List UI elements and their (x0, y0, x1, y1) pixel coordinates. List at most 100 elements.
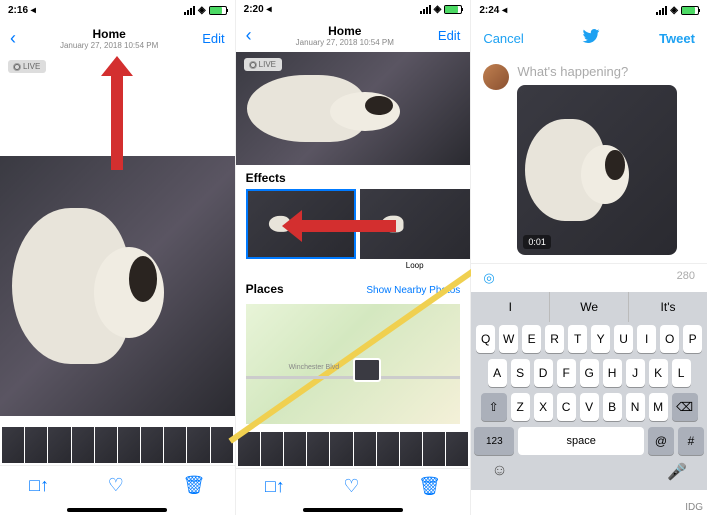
thumb[interactable] (164, 427, 186, 463)
emoji-key[interactable]: ☺ (491, 462, 507, 482)
thumb[interactable] (48, 427, 70, 463)
image-credit: IDG (685, 502, 703, 513)
places-map[interactable]: Winchester Blvd (246, 304, 461, 424)
key-t[interactable]: T (568, 325, 587, 353)
suggestions-row: I We It's (471, 292, 707, 322)
tweet-button[interactable]: Tweet (659, 31, 695, 46)
thumb[interactable] (284, 432, 306, 466)
key-s[interactable]: S (511, 359, 530, 387)
key-row-4: 123 space @ # (471, 424, 707, 458)
cancel-button[interactable]: Cancel (483, 31, 523, 46)
location-icon[interactable]: ◎ (483, 270, 494, 286)
twitter-logo-icon (582, 29, 600, 48)
thumb[interactable] (25, 427, 47, 463)
main-photo[interactable] (0, 156, 235, 416)
compose-input[interactable]: What's happening? (517, 64, 695, 79)
edit-button[interactable]: Edit (202, 31, 224, 46)
main-photo-small[interactable]: LIVE (236, 52, 471, 164)
nav-bar: ‹ Home January 27, 2018 10:54 PM Edit (236, 19, 471, 53)
trash-icon[interactable]: 🗑 (183, 475, 206, 496)
hash-key[interactable]: # (678, 427, 704, 455)
key-p[interactable]: P (683, 325, 702, 353)
key-i[interactable]: I (637, 325, 656, 353)
key-b[interactable]: B (603, 393, 622, 421)
space-key[interactable]: space (518, 427, 644, 455)
thumb[interactable] (354, 432, 376, 466)
photo-toolbar: □↑ ♡ 🗑 (0, 465, 235, 505)
status-indicators: ◈ (184, 5, 227, 16)
thumb[interactable] (118, 427, 140, 463)
thumb[interactable] (187, 427, 209, 463)
photo-scrubber[interactable] (0, 425, 235, 465)
key-u[interactable]: U (614, 325, 633, 353)
thumb[interactable] (72, 427, 94, 463)
trash-icon[interactable]: 🗑 (418, 476, 441, 497)
share-icon[interactable]: □↑ (29, 475, 49, 496)
key-r[interactable]: R (545, 325, 564, 353)
key-x[interactable]: X (534, 393, 553, 421)
photos-swipe-up-screen: 2:20 ◂ ◈ ‹ Home January 27, 2018 10:54 P… (236, 0, 472, 515)
share-icon[interactable]: □↑ (265, 476, 285, 497)
backspace-key[interactable]: ⌫ (672, 393, 698, 421)
at-key[interactable]: @ (648, 427, 674, 455)
live-icon (250, 62, 256, 68)
compose-area: What's happening? 0:01 (471, 56, 707, 263)
key-k[interactable]: K (649, 359, 668, 387)
thumb[interactable] (330, 432, 352, 466)
key-f[interactable]: F (557, 359, 576, 387)
thumb[interactable] (141, 427, 163, 463)
twitter-nav-bar: Cancel Tweet (471, 20, 707, 56)
home-indicator[interactable] (303, 508, 403, 512)
signal-icon (420, 5, 431, 14)
numbers-key[interactable]: 123 (474, 427, 514, 455)
key-h[interactable]: H (603, 359, 622, 387)
avatar[interactable] (483, 64, 509, 90)
shift-key[interactable]: ⇧ (481, 393, 507, 421)
compose-footer: ◎ 280 (471, 263, 707, 292)
key-j[interactable]: J (626, 359, 645, 387)
thumb[interactable] (2, 427, 24, 463)
key-q[interactable]: Q (476, 325, 495, 353)
key-n[interactable]: N (626, 393, 645, 421)
map-photo-pin[interactable] (353, 358, 381, 382)
nav-title: Home (252, 24, 438, 38)
key-z[interactable]: Z (511, 393, 530, 421)
attached-video[interactable]: 0:01 (517, 85, 677, 255)
keyboard: I We It's QWERTYUIOP ASDFGHJKL ⇧ ZXCVBNM… (471, 292, 707, 490)
thumb[interactable] (400, 432, 422, 466)
heart-icon[interactable]: ♡ (343, 476, 359, 497)
key-d[interactable]: D (534, 359, 553, 387)
key-a[interactable]: A (488, 359, 507, 387)
home-indicator[interactable] (67, 508, 167, 512)
key-m[interactable]: M (649, 393, 668, 421)
key-o[interactable]: O (660, 325, 679, 353)
photo-scrubber[interactable] (236, 430, 471, 468)
key-w[interactable]: W (499, 325, 518, 353)
key-l[interactable]: L (672, 359, 691, 387)
edit-button[interactable]: Edit (438, 28, 460, 43)
key-e[interactable]: E (522, 325, 541, 353)
suggestion[interactable]: I (471, 292, 550, 322)
key-g[interactable]: G (580, 359, 599, 387)
key-y[interactable]: Y (591, 325, 610, 353)
thumb[interactable] (307, 432, 329, 466)
key-v[interactable]: V (580, 393, 599, 421)
key-c[interactable]: C (557, 393, 576, 421)
suggestion[interactable]: It's (629, 292, 707, 322)
status-indicators: ◈ (420, 4, 463, 15)
thumb[interactable] (377, 432, 399, 466)
thumb[interactable] (423, 432, 445, 466)
thumb[interactable] (446, 432, 468, 466)
status-time: 2:24 ◂ (479, 5, 507, 16)
keyboard-bottom: ☺ 🎤 (471, 458, 707, 486)
thumb[interactable] (211, 427, 233, 463)
key-row-3: ⇧ ZXCVBNM ⌫ (471, 390, 707, 424)
thumb[interactable] (95, 427, 117, 463)
live-badge: LIVE (244, 58, 282, 71)
thumb[interactable] (261, 432, 283, 466)
mic-key[interactable]: 🎤 (667, 462, 687, 482)
live-badge: LIVE (8, 60, 46, 73)
twitter-compose-screen: 2:24 ◂ ◈ Cancel Tweet What's happening? … (471, 0, 707, 515)
heart-icon[interactable]: ♡ (108, 475, 124, 496)
suggestion[interactable]: We (550, 292, 629, 322)
